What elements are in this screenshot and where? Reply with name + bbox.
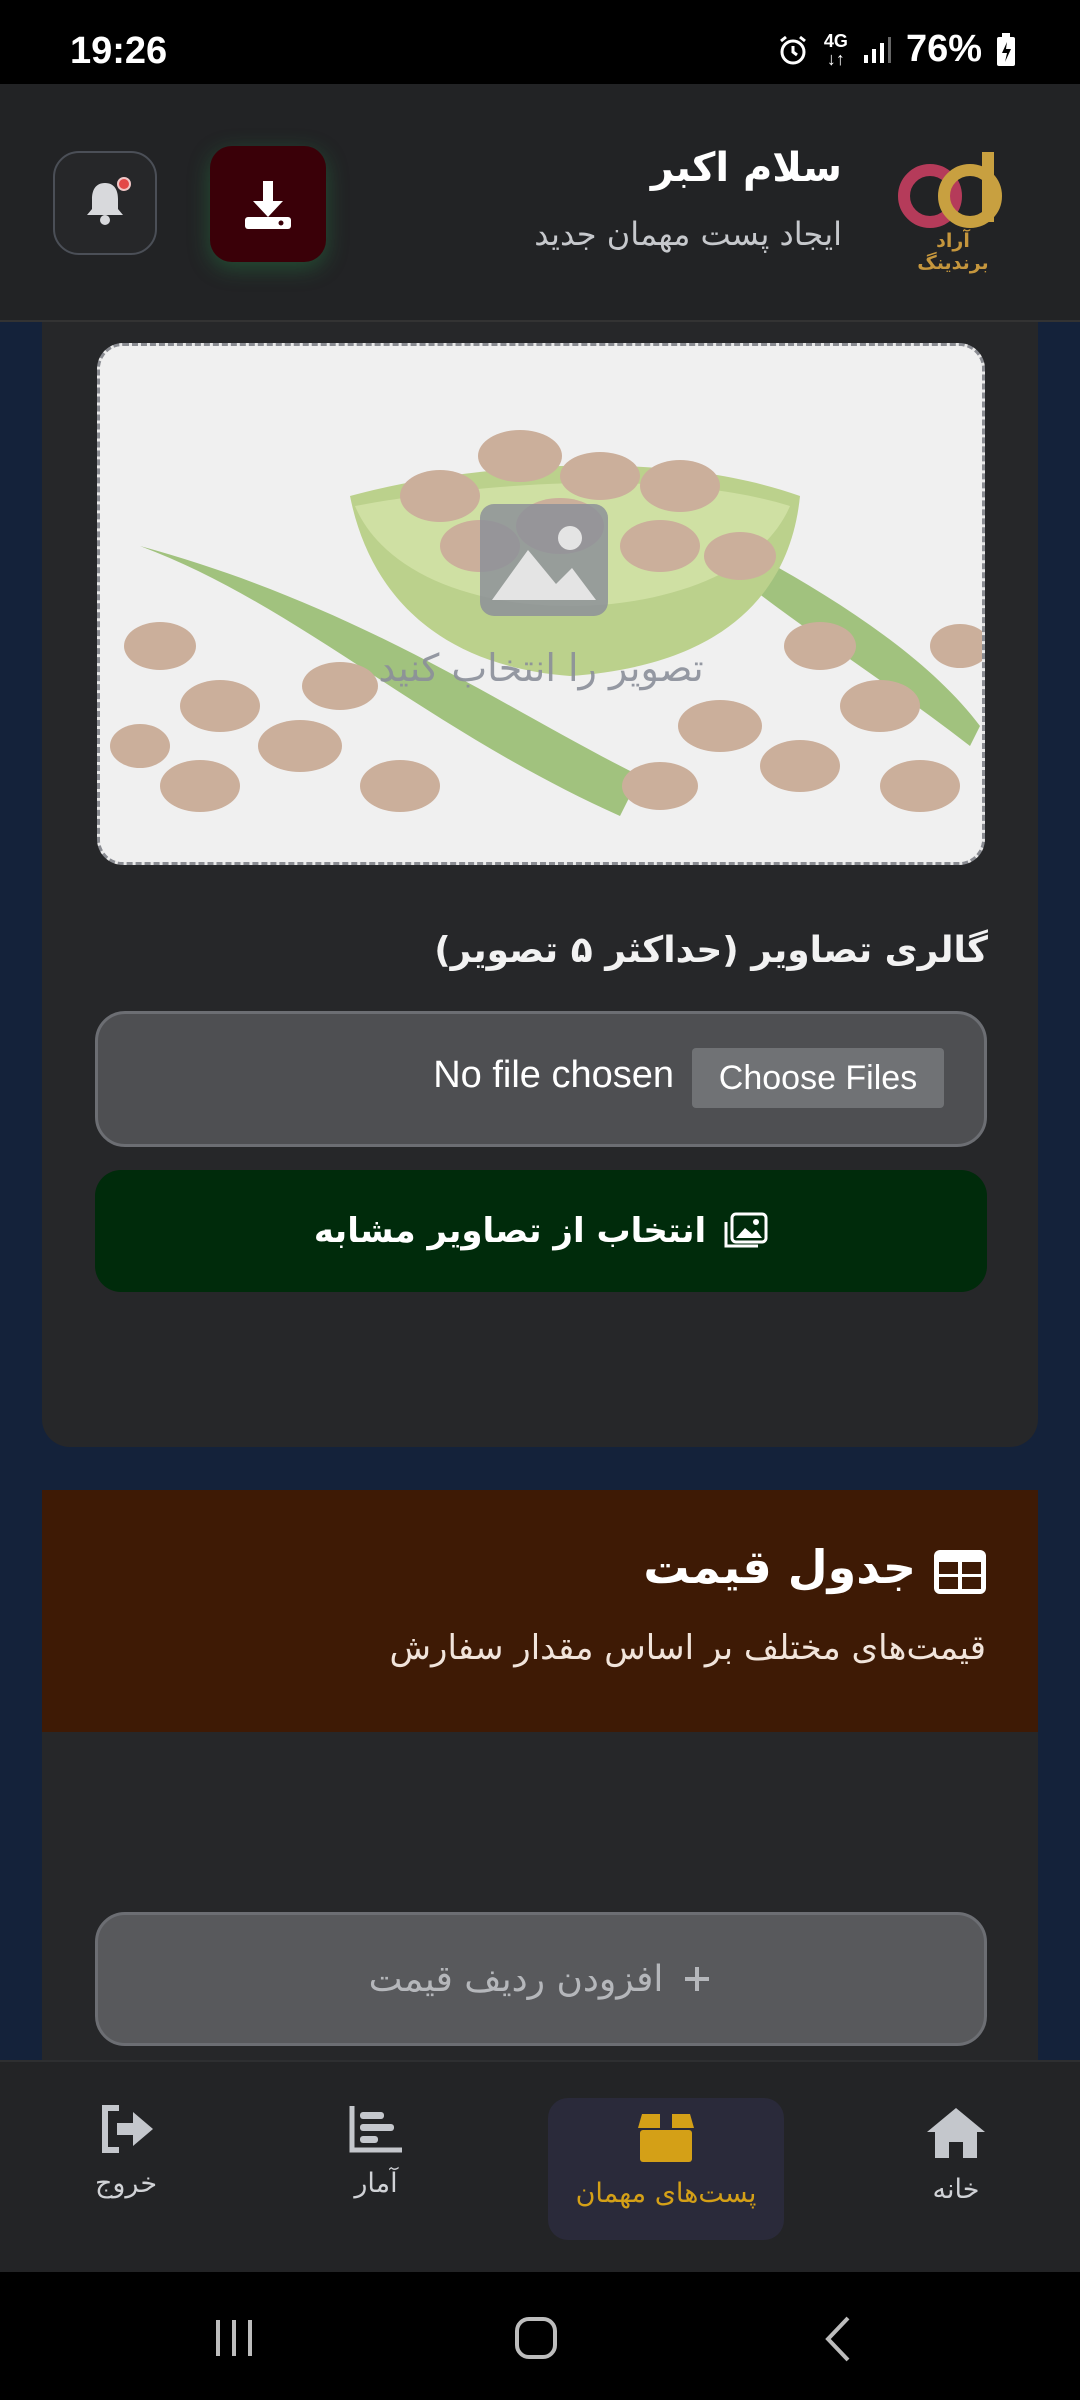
- home-system-icon[interactable]: [514, 2316, 558, 2360]
- nav-stats[interactable]: آمار: [276, 2104, 476, 2244]
- table-icon: [934, 1550, 986, 1594]
- page-subtitle: ایجاد پست مهمان جدید: [534, 215, 842, 253]
- notification-dot: [117, 177, 131, 191]
- logout-icon: [102, 2105, 153, 2153]
- choose-files-button[interactable]: Choose Files: [692, 1048, 944, 1108]
- add-price-row-label: افزودن ردیف قیمت: [368, 1958, 664, 2000]
- price-table-subtitle: قیمت‌های مختلف بر اساس مقدار سفارش: [389, 1628, 986, 1668]
- status-time: 19:26: [70, 30, 168, 72]
- plus-icon: [685, 1967, 710, 1991]
- price-table-header: جدول قیمت قیمت‌های مختلف بر اساس مقدار س…: [42, 1490, 1038, 1732]
- image-placeholder-text: تصویر را انتخاب کنید: [378, 646, 704, 690]
- nav-stats-label: آمار: [354, 2168, 398, 2199]
- select-similar-label: انتخاب از تصاویر مشابه: [313, 1211, 707, 1251]
- battery-percent: 76%: [905, 28, 982, 70]
- notifications-button[interactable]: [53, 151, 157, 255]
- images-icon: [724, 1212, 768, 1248]
- network-type: 4G ↓↑: [823, 30, 848, 69]
- home-icon: [927, 2108, 985, 2158]
- download-icon: [245, 181, 291, 229]
- nav-logout[interactable]: خروج: [26, 2104, 226, 2244]
- nav-logout-label: خروج: [94, 2168, 158, 2199]
- status-indicators: 4G ↓↑ 76%: [776, 28, 1016, 71]
- nav-guest-posts[interactable]: پست‌های مهمان: [548, 2098, 784, 2240]
- alarm-icon: [779, 35, 806, 64]
- no-file-text: No file chosen: [433, 1054, 674, 1096]
- status-bar: 19:26 4G ↓↑ 76%: [0, 0, 1080, 84]
- greeting-text: سلام اکبر: [650, 145, 842, 191]
- brand-name: آراد برندینگ: [917, 230, 989, 274]
- select-similar-images-button[interactable]: انتخاب از تصاویر مشابه: [95, 1170, 987, 1292]
- add-price-row-button[interactable]: افزودن ردیف قیمت: [95, 1912, 987, 2046]
- gallery-label: گالری تصاویر (حداکثر ۵ تصویر): [434, 930, 988, 971]
- nav-home-label: خانه: [932, 2174, 980, 2205]
- battery-icon: [997, 32, 1015, 66]
- box-icon: [638, 2114, 694, 2162]
- download-button[interactable]: [210, 146, 326, 262]
- nav-home[interactable]: خانه: [856, 2104, 1056, 2244]
- image-icon: [480, 504, 608, 616]
- nav-guest-posts-label: پست‌های مهمان: [575, 2178, 757, 2209]
- signal-icon: [863, 36, 891, 63]
- bottom-navigation: خانه پست‌های مهمان آمار خروج: [0, 2060, 1080, 2272]
- system-navigation-bar: [0, 2272, 1080, 2400]
- main-image-picker[interactable]: تصویر را انتخاب کنید: [97, 343, 985, 865]
- recent-apps-icon[interactable]: [212, 2318, 256, 2358]
- chart-icon: [349, 2106, 402, 2153]
- gallery-file-input[interactable]: Choose Files No file chosen: [95, 1011, 987, 1147]
- price-table-title: جدول قیمت: [643, 1540, 916, 1594]
- back-icon[interactable]: [822, 2316, 852, 2362]
